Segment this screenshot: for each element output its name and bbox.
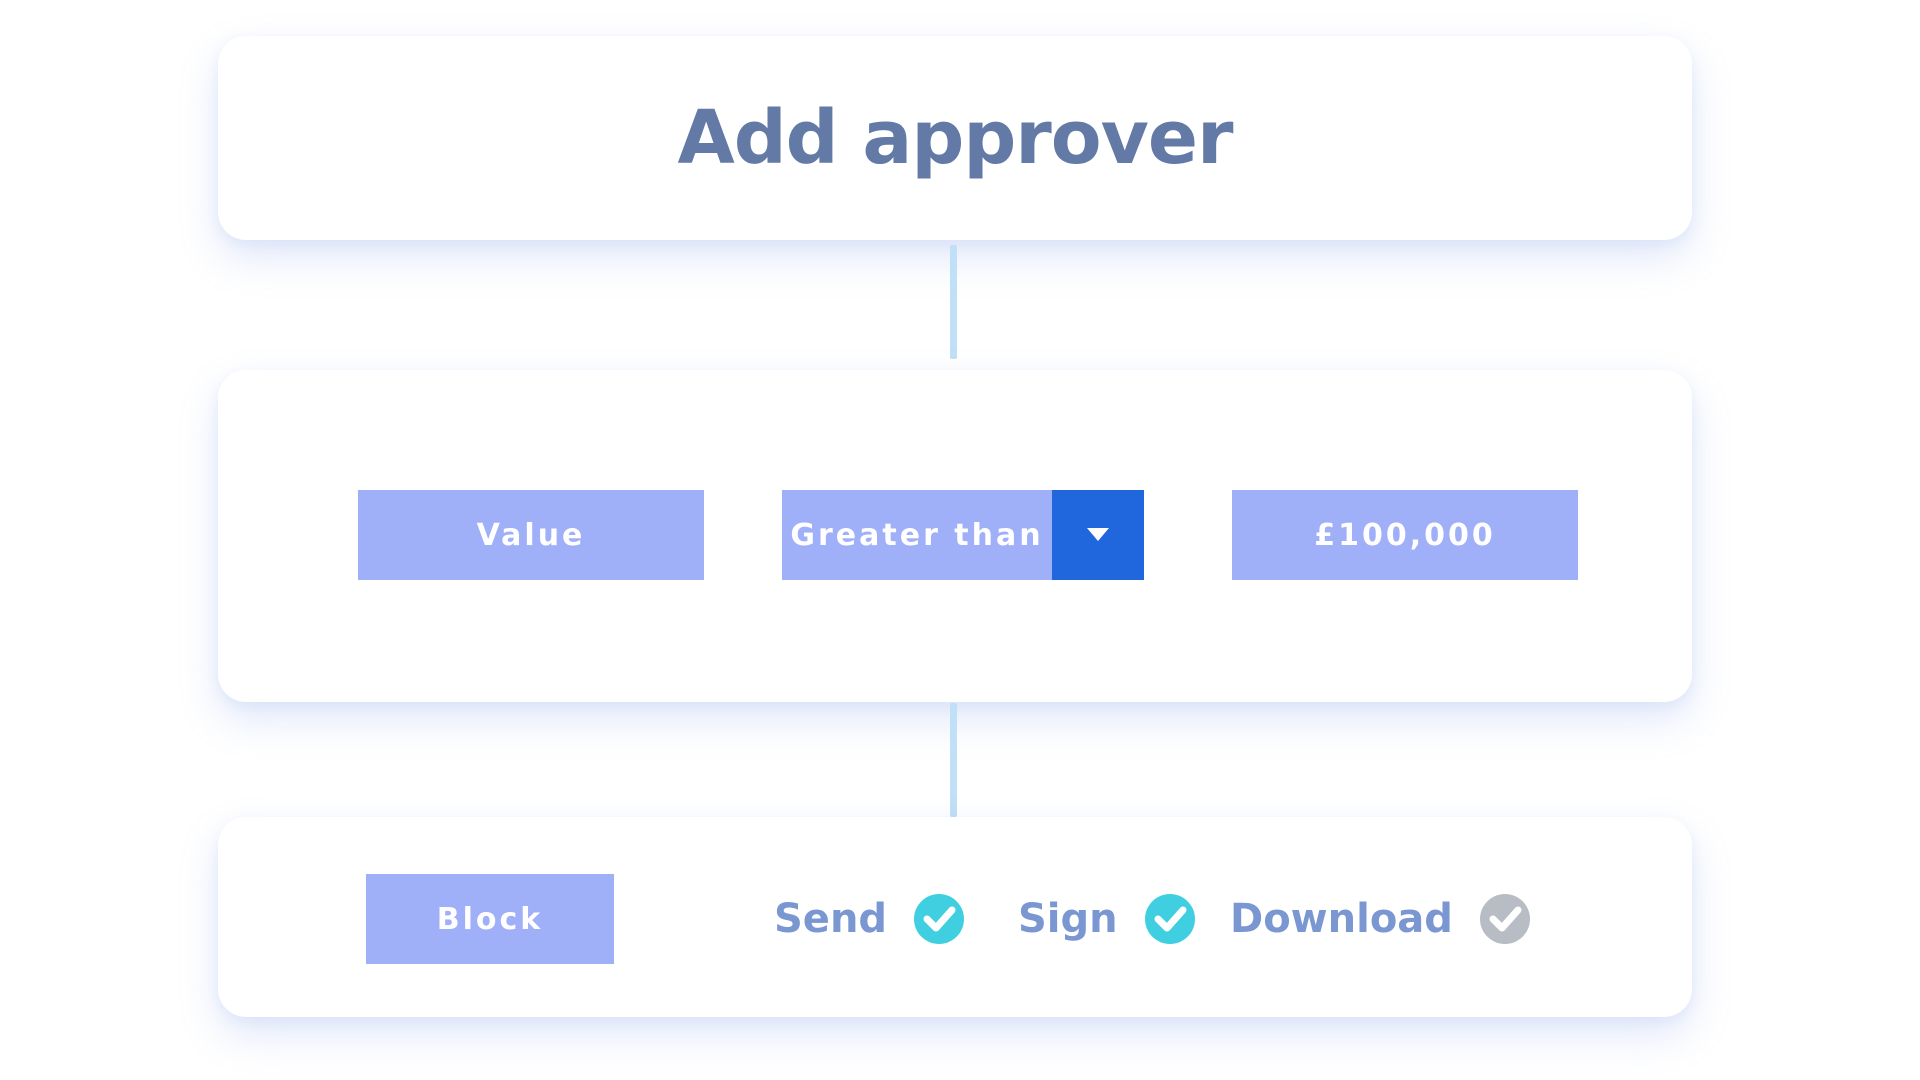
permission-download-label: Download xyxy=(1230,896,1453,942)
action-card: Block Send Sign Download xyxy=(218,817,1692,1017)
operator-select[interactable]: Greater than xyxy=(782,490,1144,580)
check-circle-disabled-icon[interactable] xyxy=(1479,893,1531,945)
operator-select-label[interactable]: Greater than xyxy=(782,490,1052,580)
condition-card: Value Greater than £100,000 xyxy=(218,370,1692,702)
block-button[interactable]: Block xyxy=(366,874,614,964)
condition-amount-field[interactable]: £100,000 xyxy=(1232,490,1578,580)
permission-send-label: Send xyxy=(774,896,888,942)
permission-sign-label: Sign xyxy=(1018,896,1118,942)
flow-connector-top xyxy=(950,245,957,359)
chevron-down-icon xyxy=(1087,528,1109,541)
permission-sign[interactable]: Sign xyxy=(1018,887,1196,951)
approval-flow-canvas: Add approver Value Greater than £100,000… xyxy=(0,0,1920,1080)
check-circle-icon[interactable] xyxy=(913,893,965,945)
flow-connector-bottom xyxy=(950,703,957,817)
operator-dropdown-button[interactable] xyxy=(1052,490,1144,580)
add-approver-card[interactable]: Add approver xyxy=(218,36,1692,240)
check-circle-icon[interactable] xyxy=(1144,893,1196,945)
condition-field-button[interactable]: Value xyxy=(358,490,704,580)
add-approver-title: Add approver xyxy=(677,95,1233,181)
permission-send[interactable]: Send xyxy=(774,887,965,951)
permission-download[interactable]: Download xyxy=(1230,887,1531,951)
